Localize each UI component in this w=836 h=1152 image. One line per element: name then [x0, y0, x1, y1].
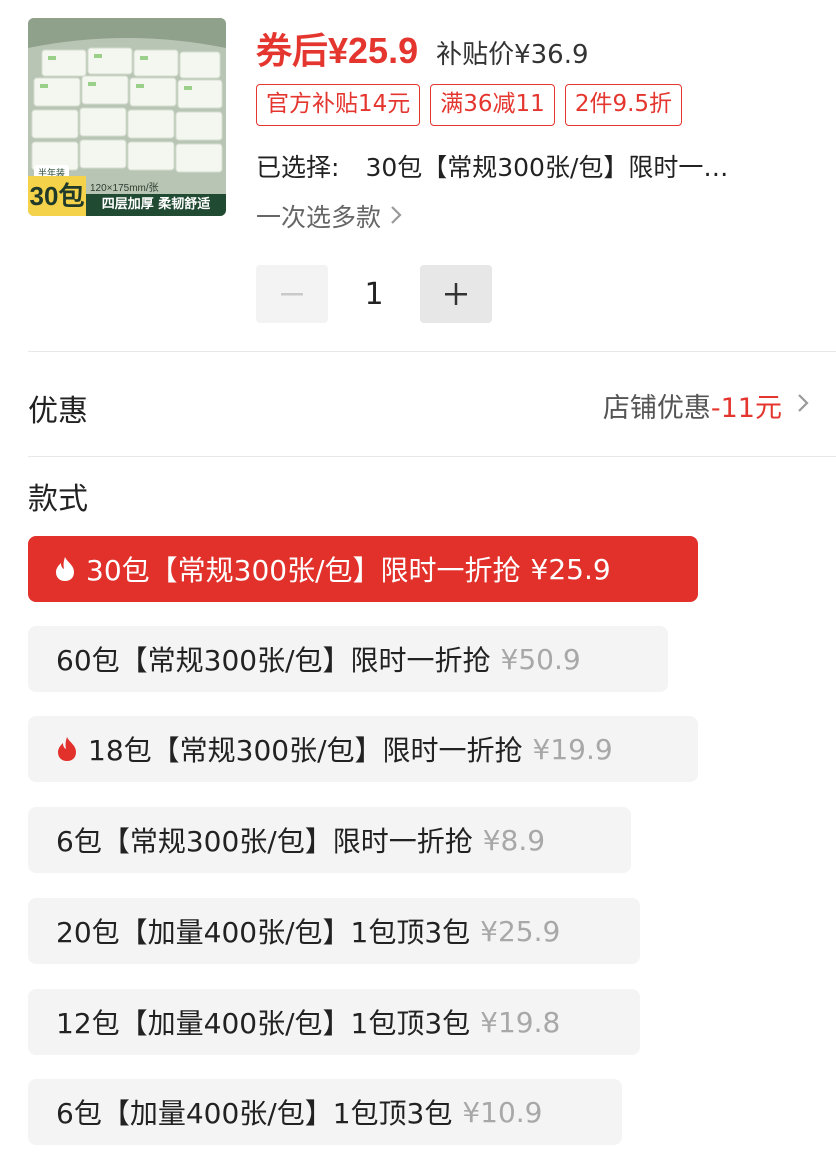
variant-option[interactable]: 60包【常规300张/包】限时一折抢 ¥50.9: [28, 626, 668, 692]
variant-option[interactable]: 18包【常规300张/包】限时一折抢 ¥19.9: [28, 716, 698, 782]
variant-option[interactable]: 12包【加量400张/包】1包顶3包 ¥19.8: [28, 989, 640, 1055]
promo-tag: 满36减11: [430, 84, 555, 126]
chevron-right-icon: [796, 391, 810, 421]
variant-name: 30包【常规300张/包】限时一折抢: [86, 554, 521, 587]
variant-name: 18包【常规300张/包】限时一折抢: [88, 734, 523, 767]
discount-link[interactable]: 店铺优惠 -11元: [603, 386, 810, 425]
variant-option[interactable]: 6包【常规300张/包】限时一折抢 ¥8.9: [28, 807, 631, 873]
variant-name: 12包【加量400张/包】1包顶3包: [56, 1007, 471, 1040]
discount-text: 店铺优惠: [602, 393, 711, 424]
product-thumbnail[interactable]: 半年装 120×175mm/张 30包 四层加厚 柔韧舒适: [28, 18, 226, 216]
multi-select-label: 一次选多款: [256, 203, 382, 232]
minus-icon: [281, 293, 303, 296]
promo-tag: 官方补贴14元: [256, 84, 421, 126]
increase-button[interactable]: [420, 265, 492, 323]
subsidy-price: 补贴价¥36.9: [436, 40, 589, 70]
divider: [28, 456, 836, 457]
chevron-right-icon: [389, 203, 403, 232]
variant-price: ¥50.9: [500, 642, 581, 676]
variant-price: ¥8.9: [482, 823, 546, 857]
discount-label: 优惠: [28, 394, 88, 429]
variant-option[interactable]: 20包【加量400张/包】1包顶3包 ¥25.9: [28, 898, 640, 964]
style-section-label: 款式: [28, 482, 88, 517]
variant-price: ¥19.9: [532, 732, 613, 766]
fire-icon: [54, 556, 76, 582]
selection-value: 30包【常规300张/包】限时一…: [365, 153, 729, 182]
plus-icon: [445, 283, 467, 305]
discount-amount: -11元: [710, 393, 782, 424]
multi-select-link[interactable]: 一次选多款: [256, 198, 403, 234]
fire-icon: [56, 736, 78, 762]
quantity-value[interactable]: 1: [328, 277, 420, 312]
divider: [28, 351, 836, 352]
variant-price: ¥19.8: [480, 1005, 561, 1039]
variant-name: 6包【常规300张/包】限时一折抢: [56, 825, 473, 858]
variant-name: 60包【常规300张/包】限时一折抢: [56, 644, 491, 677]
promo-tags: 官方补贴14元 满36减11 2件9.5折: [256, 84, 683, 126]
coupon-price: 券后¥25.9: [256, 30, 419, 71]
pack-count-badge: 30包: [28, 176, 86, 216]
decrease-button[interactable]: [256, 265, 328, 323]
sheet-size-text: 120×175mm/张: [90, 183, 159, 194]
variant-option[interactable]: 30包【常规300张/包】限时一折抢 ¥25.9: [28, 536, 698, 602]
variant-price: ¥25.9: [480, 914, 561, 948]
selection-label: 已选择:: [256, 153, 340, 182]
sku-picker-panel: 半年装 120×175mm/张 30包 四层加厚 柔韧舒适 券后¥25.9 补贴…: [0, 0, 836, 1152]
variant-option[interactable]: 6包【加量400张/包】1包顶3包 ¥10.9: [28, 1079, 622, 1145]
variant-name: 6包【加量400张/包】1包顶3包: [56, 1097, 453, 1130]
promo-tag: 2件9.5折: [564, 84, 683, 126]
variant-price: ¥10.9: [462, 1095, 543, 1129]
price-row: 券后¥25.9 补贴价¥36.9: [256, 22, 589, 72]
variant-price: ¥25.9: [530, 552, 611, 586]
selection-summary: 已选择: 30包【常规300张/包】限时一…: [256, 148, 728, 184]
slogan-strip: 四层加厚 柔韧舒适: [86, 194, 226, 216]
variant-name: 20包【加量400张/包】1包顶3包: [56, 916, 471, 949]
quantity-stepper: 1: [256, 265, 492, 323]
